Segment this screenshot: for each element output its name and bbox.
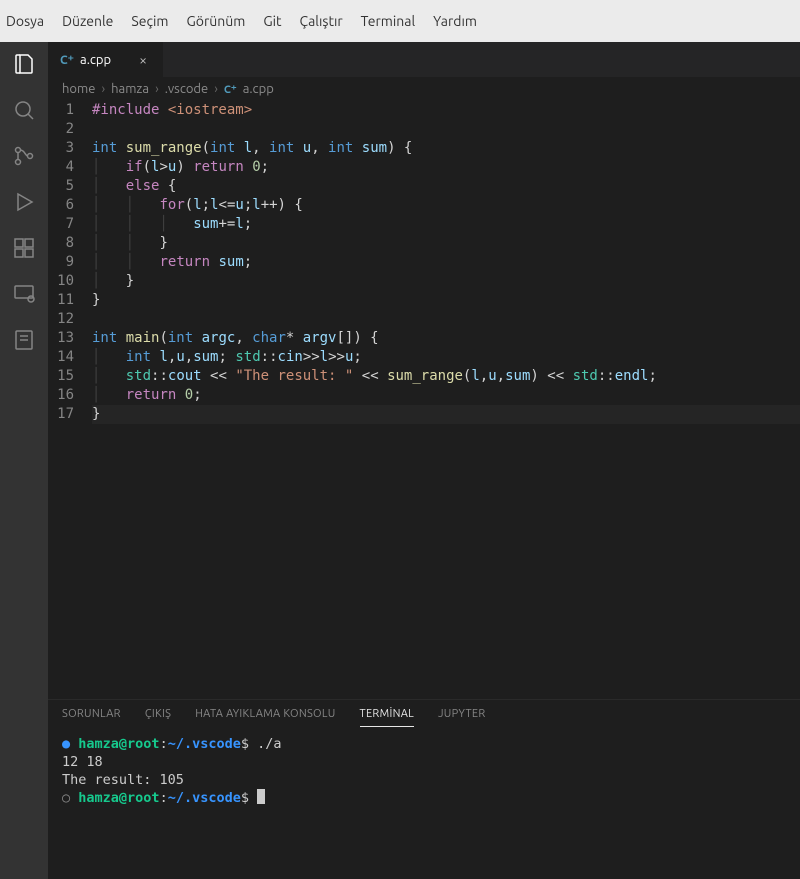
line-number: 6 xyxy=(48,196,74,215)
menu-item-terminal[interactable]: Terminal xyxy=(361,13,416,29)
menu-item-çalıştır[interactable]: Çalıştır xyxy=(300,13,343,29)
code-line[interactable]: } xyxy=(92,291,800,310)
search-icon[interactable] xyxy=(12,98,36,122)
line-number: 11 xyxy=(48,291,74,310)
code-line[interactable]: } xyxy=(92,405,800,424)
tab-a-cpp[interactable]: C⁺ a.cpp × xyxy=(48,42,164,77)
line-number: 13 xyxy=(48,329,74,348)
menubar: Dosya Düzenle Seçim Görünüm Git Çalıştır Termi… xyxy=(0,0,800,42)
code-line[interactable]: │ │ for(l;l<=u;l++) { xyxy=(92,196,800,215)
panel-tab-sorunlar[interactable]: SORUNLAR xyxy=(62,708,121,727)
menu-item-görünüm[interactable]: Görünüm xyxy=(186,13,245,29)
app-frame: C⁺ a.cpp × home › hamza › .vscode › C⁺ a.cpp 1… xyxy=(0,42,800,879)
line-number: 8 xyxy=(48,234,74,253)
panel-tab-termi̇nal[interactable]: TERMİNAL xyxy=(360,708,415,727)
line-gutter: 1234567891011121314151617 xyxy=(48,101,92,424)
breadcrumb-file[interactable]: a.cpp xyxy=(243,82,274,96)
code-line[interactable]: int sum_range(int l, int u, int sum) { xyxy=(92,139,800,158)
code-line[interactable]: #include <iostream> xyxy=(92,101,800,120)
menu-item-seçim[interactable]: Seçim xyxy=(131,13,168,29)
breadcrumb-part[interactable]: .vscode xyxy=(165,82,209,96)
activity-bar xyxy=(0,42,48,879)
editor-group: C⁺ a.cpp × home › hamza › .vscode › C⁺ a.cpp 1… xyxy=(48,42,800,879)
line-number: 5 xyxy=(48,177,74,196)
code-line[interactable] xyxy=(92,310,800,329)
panel-tab-jupyter[interactable]: JUPYTER xyxy=(438,708,485,727)
line-number: 3 xyxy=(48,139,74,158)
tab-filename: a.cpp xyxy=(80,53,111,67)
line-number: 10 xyxy=(48,272,74,291)
line-number: 1 xyxy=(48,101,74,120)
close-icon[interactable]: × xyxy=(135,52,151,68)
line-number: 16 xyxy=(48,386,74,405)
extensions-icon[interactable] xyxy=(12,236,36,260)
testing-icon[interactable] xyxy=(12,328,36,352)
line-number: 15 xyxy=(48,367,74,386)
terminal-view[interactable]: ● hamza@root:~/.vscode$ ./a 12 18 The re… xyxy=(48,727,800,879)
line-number: 14 xyxy=(48,348,74,367)
chevron-right-icon: › xyxy=(155,82,159,96)
menu-item-düzenle[interactable]: Düzenle xyxy=(62,13,113,29)
menu-item-yardım[interactable]: Yardım xyxy=(433,13,477,29)
line-number: 9 xyxy=(48,253,74,272)
breadcrumb[interactable]: home › hamza › .vscode › C⁺ a.cpp xyxy=(48,77,800,101)
panel-tab-hata-ayiklama-konsolu[interactable]: HATA AYIKLAMA KONSOLU xyxy=(195,708,335,727)
panel-tab-çikiş[interactable]: ÇIKIŞ xyxy=(145,708,171,727)
chevron-right-icon: › xyxy=(101,82,105,96)
code-content[interactable]: #include <iostream> int sum_range(int l,… xyxy=(92,101,800,424)
code-line[interactable]: │ │ return sum; xyxy=(92,253,800,272)
line-number: 7 xyxy=(48,215,74,234)
line-number: 12 xyxy=(48,310,74,329)
cpp-file-icon: C⁺ xyxy=(60,53,74,67)
cpp-file-icon: C⁺ xyxy=(224,83,237,96)
run-debug-icon[interactable] xyxy=(12,190,36,214)
code-line[interactable]: │ else { xyxy=(92,177,800,196)
line-number: 2 xyxy=(48,120,74,139)
menu-item-git[interactable]: Git xyxy=(263,13,281,29)
chevron-right-icon: › xyxy=(214,82,218,96)
code-line[interactable]: │ return 0; xyxy=(92,386,800,405)
remote-icon[interactable] xyxy=(12,282,36,306)
bottom-panel: SORUNLAR ÇIKIŞ HATA AYIKLAMA KONSOLU TERMİN… xyxy=(48,699,800,879)
code-line[interactable]: │ } xyxy=(92,272,800,291)
breadcrumb-part[interactable]: home xyxy=(62,82,95,96)
line-number: 4 xyxy=(48,158,74,177)
explorer-icon[interactable] xyxy=(12,52,36,76)
code-line[interactable]: int main(int argc, char* argv[]) { xyxy=(92,329,800,348)
code-line[interactable]: │ int l,u,sum; std::cin>>l>>u; xyxy=(92,348,800,367)
breadcrumb-part[interactable]: hamza xyxy=(111,82,149,96)
tab-bar: C⁺ a.cpp × xyxy=(48,42,800,77)
line-number: 17 xyxy=(48,405,74,424)
code-line[interactable]: │ if(l>u) return 0; xyxy=(92,158,800,177)
source-control-icon[interactable] xyxy=(12,144,36,168)
menu-item-dosya[interactable]: Dosya xyxy=(6,13,44,29)
code-line[interactable]: │ │ } xyxy=(92,234,800,253)
panel-tab-bar: SORUNLAR ÇIKIŞ HATA AYIKLAMA KONSOLU TERMİN… xyxy=(48,700,800,727)
code-line[interactable] xyxy=(92,120,800,139)
code-line[interactable]: │ │ │ sum+=l; xyxy=(92,215,800,234)
code-editor[interactable]: 1234567891011121314151617 #include <iost… xyxy=(48,101,800,699)
code-line[interactable]: │ std::cout << "The result: " << sum_ran… xyxy=(92,367,800,386)
